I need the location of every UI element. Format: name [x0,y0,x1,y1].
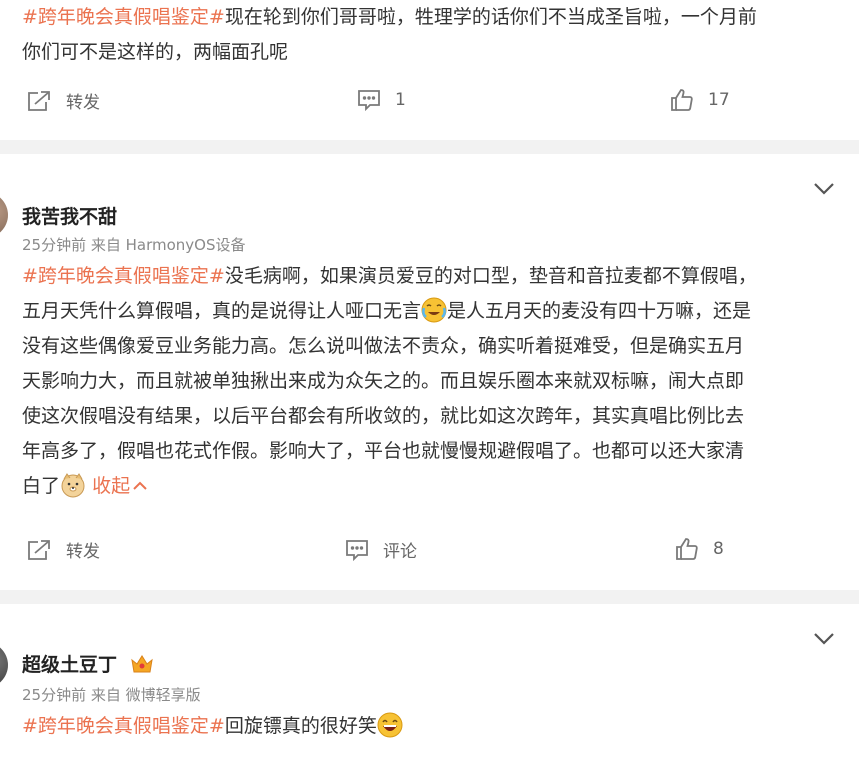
post-text-line: 使这次假唱没有结果，以后平台都会有所收敛的，就比如这次跨年，其实真唱比例比去 [22,405,745,427]
separator [0,140,859,154]
post-meta: 25分钟前 来自 微博轻享版 [22,686,201,704]
like-count: 17 [708,90,730,110]
post-text-line: 白了 [22,475,61,497]
post-text-line: 没有这些偶像爱豆业务能力高。怎么说叫做法不责众，确实听着挺难受，但是确实五月 [22,335,745,357]
collapse-button[interactable]: 收起 [92,475,147,497]
comment-count: 1 [395,90,406,110]
username[interactable]: 我苦我不甜 [22,202,117,229]
chevron-down-icon[interactable] [813,632,835,646]
avatar[interactable] [0,642,8,688]
post-text: #跨年晚会真假唱鉴定#现在轮到你们哥哥啦，牲理学的话你们不当成圣旨啦，一个月前 … [22,0,833,70]
post-card-1: #跨年晚会真假唱鉴定#现在轮到你们哥哥啦，牲理学的话你们不当成圣旨啦，一个月前 … [0,0,859,140]
comment-icon [358,90,380,112]
post-card-2: 我苦我不甜 25分钟前 来自 HarmonyOS设备 #跨年晚会真假唱鉴定#没毛… [0,154,859,590]
like-count: 8 [713,539,724,559]
like-button[interactable]: 8 [675,537,724,561]
doge-emoji [61,473,85,498]
post-text-line: 你们可不是这样的，两幅面孔呢 [22,41,289,63]
comment-button[interactable]: 1 [357,88,406,112]
chevron-down-icon[interactable] [813,182,835,196]
hashtag-link[interactable]: #跨年晚会真假唱鉴定# [22,715,225,737]
collapse-label: 收起 [92,475,131,497]
post-card-3: 超级土豆丁 25分钟前 来自 微博轻享版 #跨年晚会真假唱鉴定#回旋镖真的很好笑 [0,604,859,760]
post-text-line: 是人五月天的麦没有四十万嘛，还是 [447,300,752,322]
hashtag-link[interactable]: #跨年晚会真假唱鉴定# [22,6,225,28]
like-button[interactable]: 17 [670,88,730,112]
post-text-line: 现在轮到你们哥哥啦，牲理学的话你们不当成圣旨啦，一个月前 [224,6,757,28]
post-text-line: 回旋镖真的很好笑 [224,715,377,737]
username[interactable]: 超级土豆丁 [22,650,154,677]
post-text: #跨年晚会真假唱鉴定#回旋镖真的很好笑 [22,709,833,744]
like-icon [676,538,698,560]
username-label: 超级土豆丁 [22,654,118,676]
grin-emoji [377,712,403,738]
repost-icon [28,90,50,111]
repost-label: 转发 [66,542,100,562]
repost-button[interactable]: 转发 [26,88,100,113]
separator [0,590,859,604]
comment-label: 评论 [383,542,417,562]
post-meta: 25分钟前 来自 HarmonyOS设备 [22,236,246,254]
comment-icon [346,539,368,561]
crying-laugh-emoji [421,297,447,323]
repost-button[interactable]: 转发 [26,537,100,562]
action-bar: 转发 1 17 [0,88,859,128]
avatar[interactable] [0,192,8,238]
like-icon [671,89,693,111]
hashtag-link[interactable]: #跨年晚会真假唱鉴定# [22,265,225,287]
post-text-line: 年高多了，假唱也花式作假。影响大了，平台也就慢慢规避假唱了。也都可以还大家清 [22,440,745,462]
crown-icon [130,655,153,673]
post-text-line: 五月天凭什么算假唱，真的是说得让人哑口无言 [22,300,422,322]
repost-label: 转发 [66,93,100,113]
comment-button[interactable]: 评论 [345,537,417,562]
post-text: #跨年晚会真假唱鉴定#没毛病啊，如果演员爱豆的对口型，垫音和音拉麦都不算假唱， … [22,259,833,504]
chevron-up-icon [133,481,147,490]
repost-icon [28,539,50,560]
action-bar: 转发 评论 8 [0,537,859,577]
post-text-line: 没毛病啊，如果演员爱豆的对口型，垫音和音拉麦都不算假唱， [224,265,757,287]
post-text-line: 天影响力大，而且就被单独揪出来成为众矢之的。而且娱乐圈本来就双标嘛，闹大点即 [22,370,745,392]
